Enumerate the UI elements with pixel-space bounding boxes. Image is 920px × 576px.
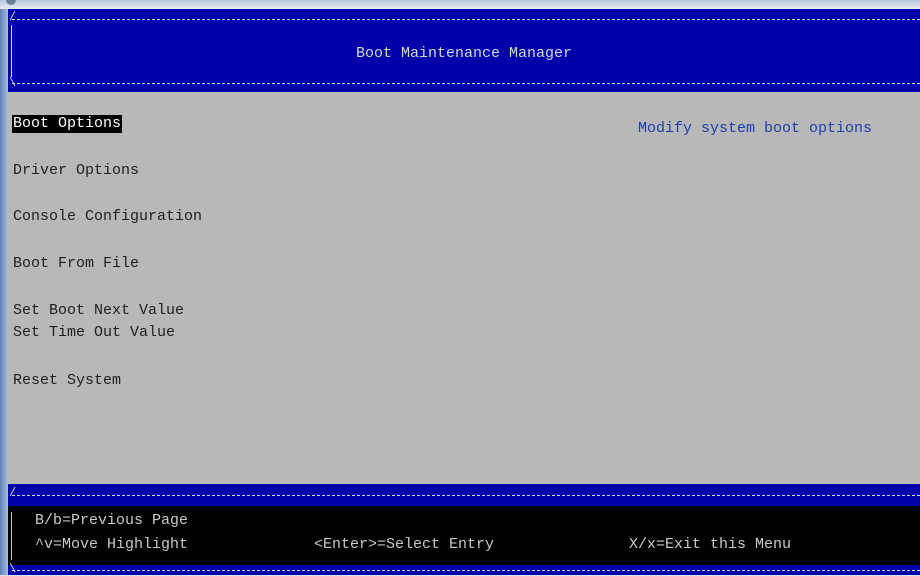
footer-keys: B/b=Previous Page ^v=Move Highlight <Ent… [8,506,920,565]
menu-item-console-configuration[interactable]: Console Configuration [12,208,203,226]
key-exit-menu: X/x=Exit this Menu [629,536,792,553]
menu-item-boot-from-file[interactable]: Boot From File [12,255,140,273]
header-corner-top: / [9,10,17,24]
key-move-highlight: ^v=Move Highlight [35,536,189,553]
footer-bottom-border [12,570,920,571]
menu-item-set-time-out-value[interactable]: Set Time Out Value [12,324,176,342]
key-previous-page: B/b=Previous Page [35,512,189,529]
footer-corner-bottom: \ [9,562,17,576]
help-text: Modify system boot options [638,120,873,137]
menu-item-driver-options[interactable]: Driver Options [12,162,140,180]
footer-left-border [11,512,12,560]
menu-panel: Boot Options Driver Options Console Conf… [8,92,920,484]
key-select-entry: <Enter>=Select Entry [314,536,495,553]
footer-corner-top: / [9,486,17,500]
footer-top-border [12,495,920,496]
header-bottom-border [12,83,920,84]
header-panel: / Boot Maintenance Manager \ [8,9,920,92]
page-title: Boot Maintenance Manager [355,45,573,62]
menu-item-reset-system[interactable]: Reset System [12,372,122,390]
bios-screen: / Boot Maintenance Manager \ Boot Option… [8,9,920,575]
window-left-edge [0,9,8,575]
menu-item-boot-options[interactable]: Boot Options [12,115,123,133]
window-icon [6,0,16,5]
window-top-edge [0,0,920,9]
menu-item-set-boot-next-value[interactable]: Set Boot Next Value [12,302,185,320]
footer-panel: / B/b=Previous Page ^v=Move Highlight <E… [8,484,920,575]
header-top-border [12,19,920,20]
